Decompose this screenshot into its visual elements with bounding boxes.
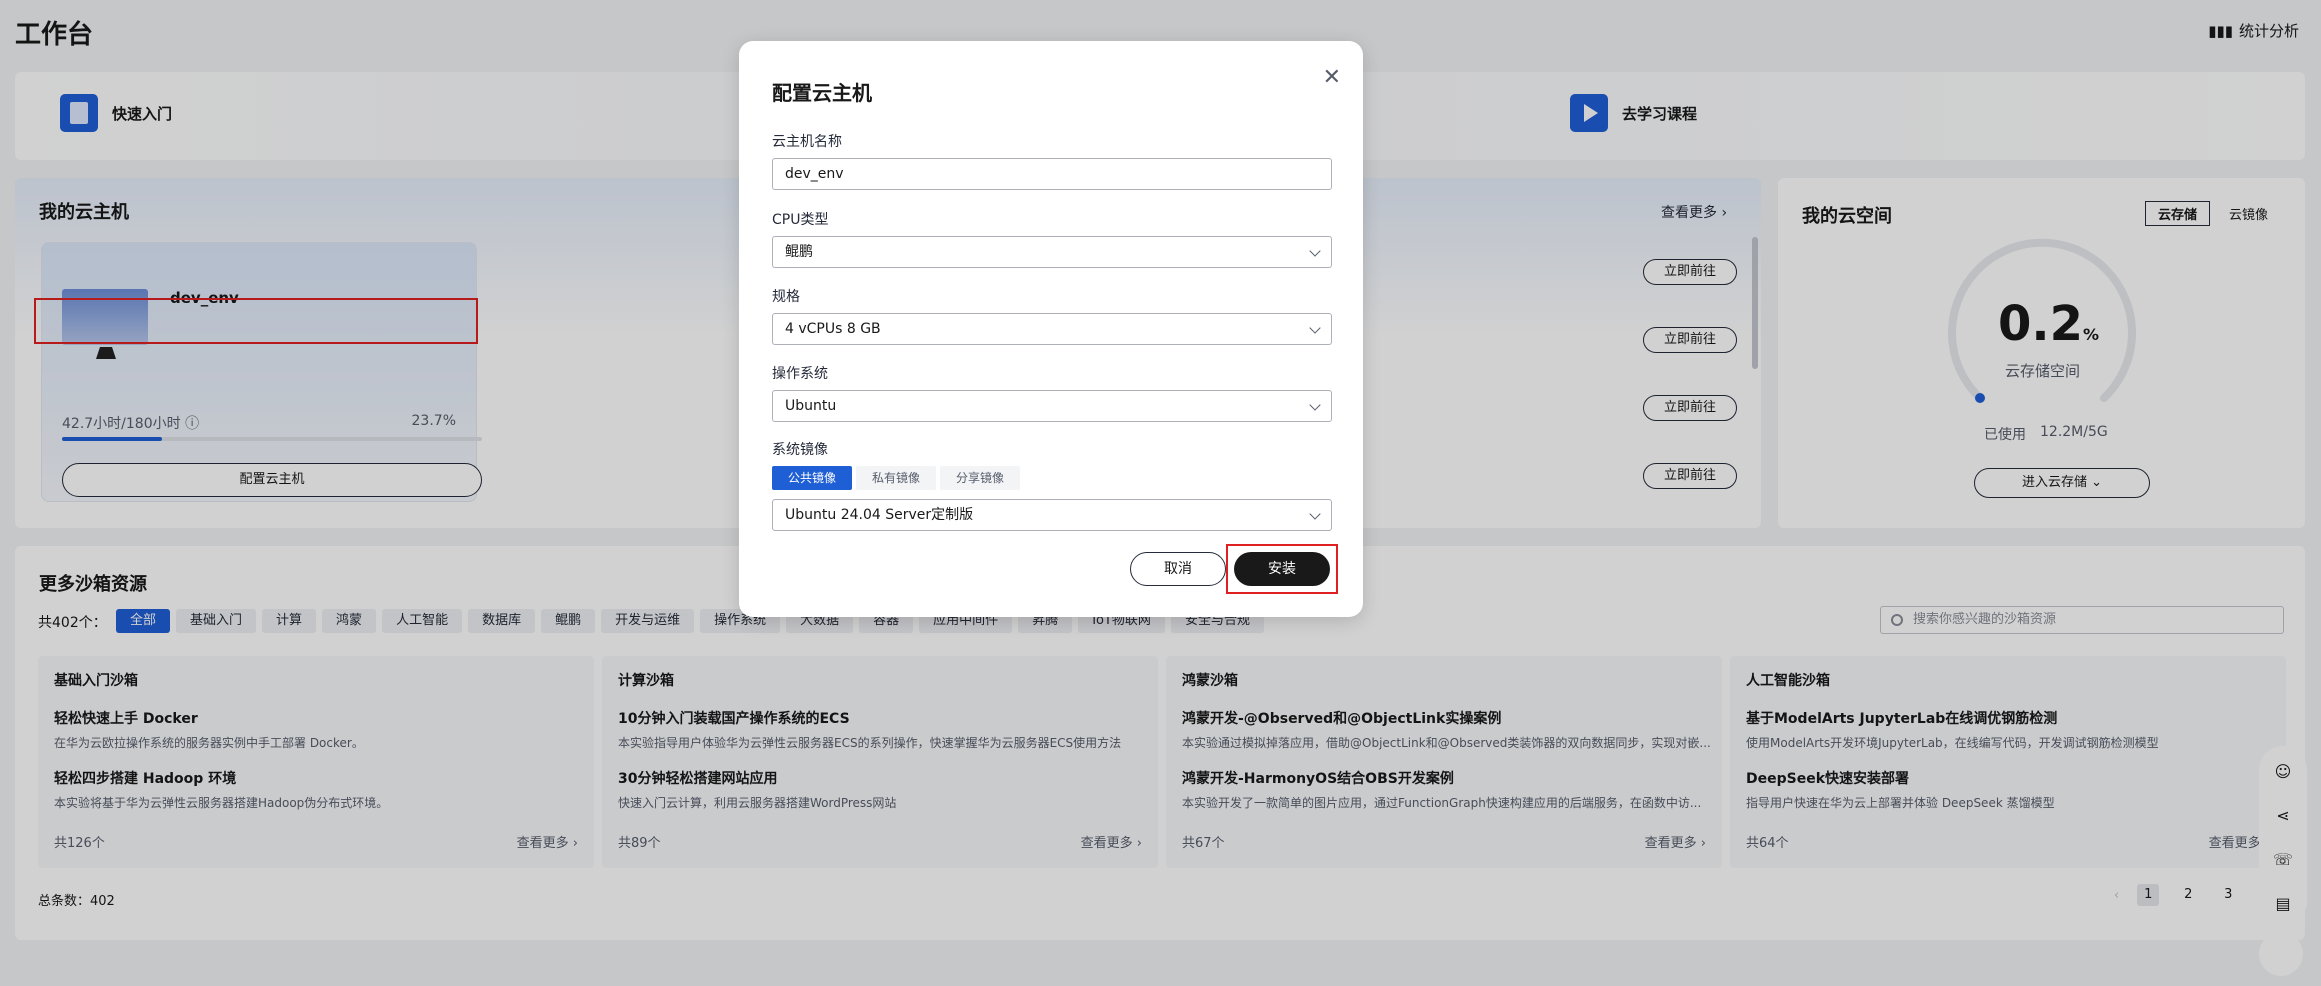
- os-select[interactable]: Ubuntu: [772, 390, 1332, 422]
- dialog-title: 配置云主机: [772, 81, 872, 105]
- chevron-down-icon: [1309, 399, 1321, 411]
- image-select[interactable]: Ubuntu 24.04 Server定制版: [772, 499, 1332, 531]
- highlight-box-install: [1226, 544, 1338, 594]
- cancel-button[interactable]: 取消: [1130, 552, 1226, 586]
- tab-shared-image[interactable]: 分享镜像: [940, 466, 1021, 490]
- vm-name-input[interactable]: dev_env: [772, 158, 1332, 190]
- close-icon[interactable]: ✕: [1323, 65, 1341, 90]
- os-label: 操作系统: [772, 366, 828, 382]
- chevron-down-icon: [1309, 245, 1321, 257]
- vm-name-label: 云主机名称: [772, 134, 842, 150]
- image-tabs: 公共镜像 私有镜像 分享镜像: [772, 466, 1021, 490]
- cpu-type-label: CPU类型: [772, 212, 829, 228]
- configure-vm-dialog: 配置云主机 ✕ 云主机名称 dev_env CPU类型 鲲鹏 规格 4 vCPU…: [739, 41, 1363, 617]
- system-image-label: 系统镜像: [772, 442, 828, 458]
- chevron-down-icon: [1309, 508, 1321, 520]
- tab-private-image[interactable]: 私有镜像: [856, 466, 937, 490]
- cpu-type-select[interactable]: 鲲鹏: [772, 236, 1332, 268]
- tab-public-image[interactable]: 公共镜像: [772, 466, 853, 490]
- spec-select[interactable]: 4 vCPUs 8 GB: [772, 313, 1332, 345]
- chevron-down-icon: [1309, 322, 1321, 334]
- spec-label: 规格: [772, 289, 800, 305]
